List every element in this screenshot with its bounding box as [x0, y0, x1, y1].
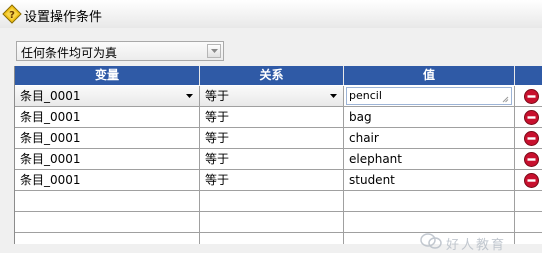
value-cell[interactable]: elephant: [344, 149, 515, 169]
relation-value: 等于: [205, 89, 230, 103]
relation-cell[interactable]: [200, 191, 344, 211]
svg-text:?: ?: [9, 10, 15, 21]
delete-minus-icon[interactable]: [524, 110, 539, 125]
condition-diamond-icon: ?: [2, 4, 22, 24]
variable-select[interactable]: 条目_0001: [15, 86, 200, 106]
value-cell[interactable]: student: [344, 170, 515, 190]
variable-cell[interactable]: [15, 191, 200, 211]
relation-select[interactable]: 等于: [200, 86, 344, 106]
value-cell[interactable]: pencil: [344, 86, 515, 106]
value-input-text: pencil: [349, 89, 382, 102]
variable-value: 条目_0001: [20, 89, 81, 103]
empty-row[interactable]: [15, 212, 542, 233]
variable-cell[interactable]: 条目_0001: [15, 107, 200, 127]
delete-cell: [515, 107, 542, 127]
column-header-value[interactable]: 值: [344, 66, 515, 85]
column-header-relation[interactable]: 关系: [200, 66, 344, 85]
variable-cell[interactable]: 条目_0001: [15, 128, 200, 148]
delete-cell: [515, 170, 542, 190]
delete-minus-icon[interactable]: [524, 173, 539, 188]
chat-bubble-icon: [420, 233, 442, 249]
relation-cell[interactable]: 等于: [200, 149, 344, 169]
delete-minus-icon[interactable]: [524, 89, 539, 104]
variable-cell[interactable]: [15, 233, 200, 244]
value-cell[interactable]: chair: [344, 128, 515, 148]
chevron-down-icon[interactable]: [186, 94, 193, 98]
variable-cell[interactable]: [15, 212, 200, 232]
table-row[interactable]: 条目_0001 等于 chair: [15, 128, 542, 149]
column-header-actions: [515, 66, 542, 85]
value-input[interactable]: pencil: [346, 87, 512, 105]
delete-cell: [515, 128, 542, 148]
column-header-variable[interactable]: 变量: [15, 66, 200, 85]
delete-minus-icon[interactable]: [524, 152, 539, 167]
value-cell[interactable]: [344, 191, 515, 211]
relation-cell[interactable]: [200, 233, 344, 244]
value-cell[interactable]: [344, 212, 515, 232]
table-row[interactable]: 条目_0001 等于 elephant: [15, 149, 542, 170]
table-row[interactable]: 条目_0001 等于 bag: [15, 107, 542, 128]
condition-mode-value: 任何条件均可为真: [21, 46, 118, 60]
delete-cell: [515, 212, 542, 232]
relation-cell[interactable]: 等于: [200, 170, 344, 190]
delete-cell: [515, 191, 542, 211]
value-cell[interactable]: bag: [344, 107, 515, 127]
variable-cell[interactable]: 条目_0001: [15, 149, 200, 169]
variable-cell[interactable]: 条目_0001: [15, 170, 200, 190]
table-row[interactable]: 条目_0001 等于 pencil: [15, 86, 542, 107]
delete-cell: [515, 86, 542, 106]
window-title: 设置操作条件: [24, 10, 103, 25]
delete-minus-icon[interactable]: [524, 131, 539, 146]
resize-grip-icon[interactable]: [502, 96, 509, 103]
delete-cell: [515, 233, 542, 244]
delete-cell: [515, 149, 542, 169]
chevron-down-icon[interactable]: [207, 44, 221, 58]
empty-row[interactable]: [15, 191, 542, 212]
condition-mode-select[interactable]: 任何条件均可为真: [16, 41, 224, 61]
chevron-down-icon[interactable]: [330, 94, 337, 98]
conditions-table: 变量 关系 值 条目_0001 等于 pencil 条目_0001 等于 bag…: [14, 66, 542, 244]
condition-panel: 任何条件均可为真 变量 关系 值 条目_0001 等于 pencil 条目_00…: [0, 28, 542, 253]
table-row[interactable]: 条目_0001 等于 student: [15, 170, 542, 191]
window-titlebar: ? 设置操作条件: [0, 0, 542, 29]
relation-cell[interactable]: 等于: [200, 107, 344, 127]
relation-cell[interactable]: 等于: [200, 128, 344, 148]
relation-cell[interactable]: [200, 212, 344, 232]
